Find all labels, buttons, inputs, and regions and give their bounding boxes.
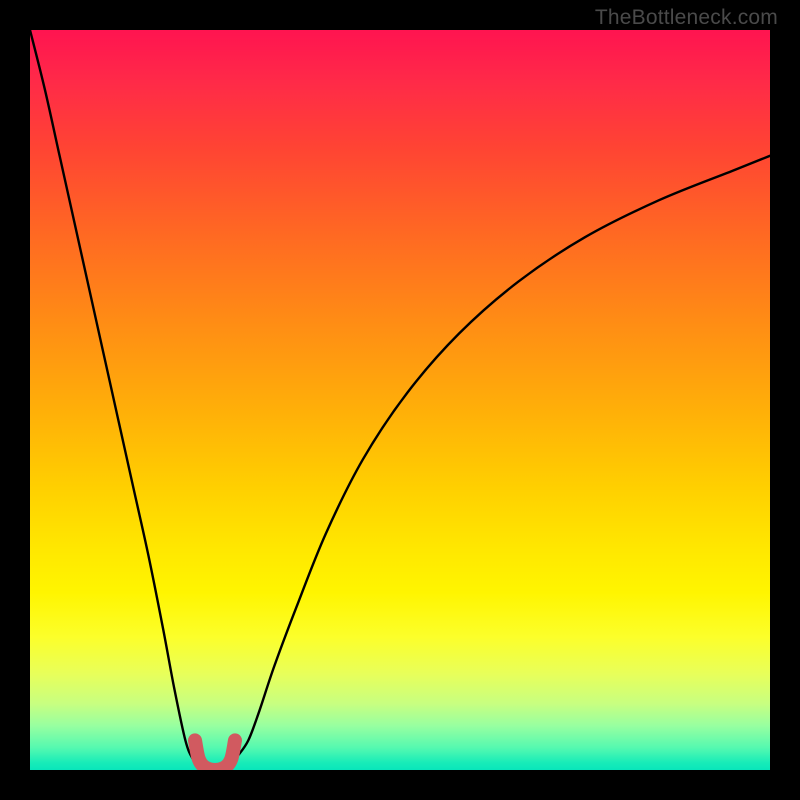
valley-highlight-path: [195, 740, 235, 770]
curve-layer: [30, 30, 770, 770]
chart-frame: TheBottleneck.com: [0, 0, 800, 800]
left-branch-path: [30, 30, 200, 766]
right-branch-path: [230, 156, 770, 767]
watermark-text: TheBottleneck.com: [595, 6, 778, 30]
plot-area: [30, 30, 770, 770]
